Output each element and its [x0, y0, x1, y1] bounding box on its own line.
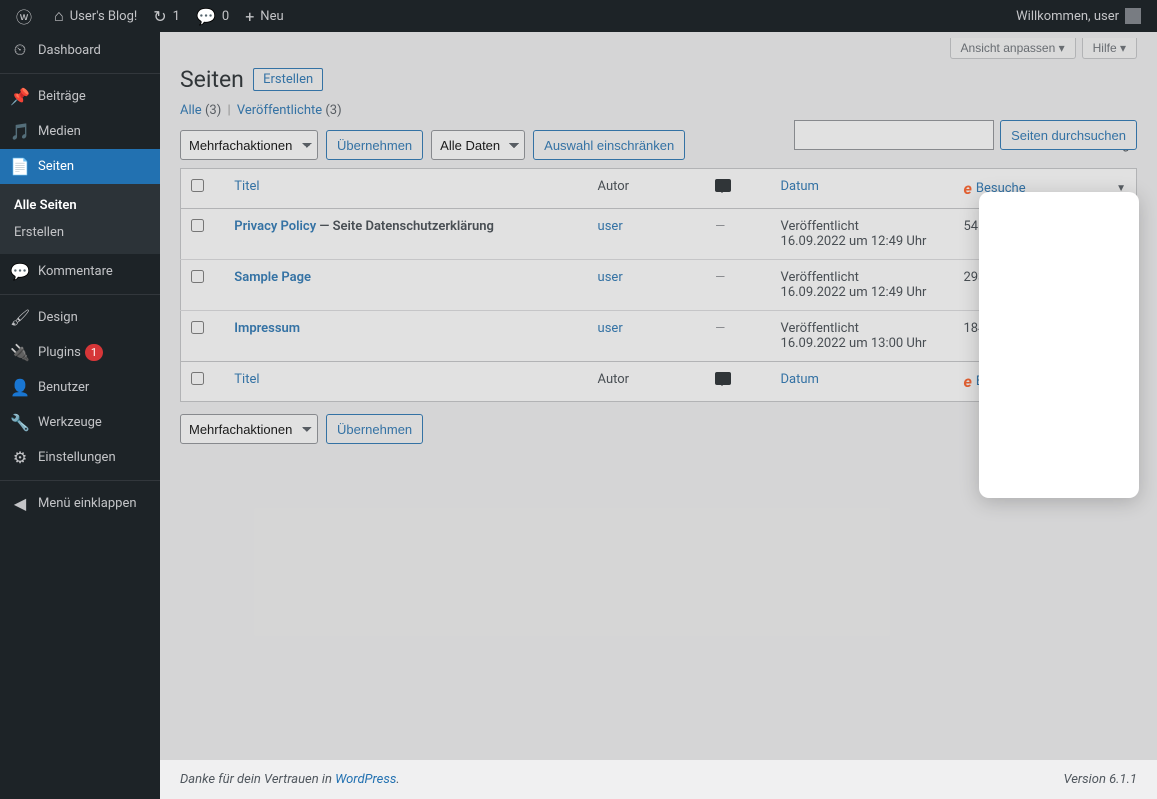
- col-title[interactable]: Titel: [234, 179, 259, 194]
- wrench-icon: 🔧: [10, 413, 30, 432]
- filter-button[interactable]: Auswahl einschränken: [533, 130, 685, 160]
- bulk-action-select-top[interactable]: Mehrfachaktionen: [180, 130, 318, 160]
- sidebar-item-dashboard[interactable]: ⏲Dashboard: [0, 32, 160, 68]
- search-button[interactable]: Seiten durchsuchen: [1000, 120, 1137, 150]
- site-name: User's Blog!: [70, 9, 138, 24]
- col-comments-foot[interactable]: [705, 362, 770, 402]
- row-post-state: — Seite Datenschutzerklärung: [316, 219, 494, 234]
- new-content-link[interactable]: +Neu: [237, 0, 291, 32]
- date-filter-select[interactable]: Alle Daten: [431, 130, 525, 160]
- wp-logo[interactable]: ⓦ: [8, 0, 46, 32]
- col-author: Autor: [588, 169, 706, 209]
- row-checkbox[interactable]: [191, 321, 204, 334]
- user-icon: 👤: [10, 378, 30, 397]
- collapse-icon: ◀: [10, 494, 30, 513]
- sidebar-item-comments[interactable]: 💬Kommentare: [0, 254, 160, 289]
- add-new-button[interactable]: Erstellen: [253, 68, 323, 91]
- sidebar-item-tools[interactable]: 🔧Werkzeuge: [0, 405, 160, 440]
- row-comments: —: [715, 219, 725, 234]
- col-comments[interactable]: [705, 169, 770, 209]
- comment-bubble-icon: [715, 372, 731, 385]
- row-status: Veröffentlicht: [781, 321, 944, 336]
- sidebar-submenu-pages: Alle Seiten Erstellen: [0, 184, 160, 254]
- highlight-visits-column: [979, 192, 1139, 498]
- col-date[interactable]: Datum: [781, 179, 819, 194]
- filter-published[interactable]: Veröffentlichte: [237, 103, 322, 118]
- screen-options-button[interactable]: Ansicht anpassen: [950, 38, 1076, 59]
- row-checkbox[interactable]: [191, 219, 204, 232]
- comment-icon: 💬: [10, 262, 30, 281]
- search-box: Seiten durchsuchen: [794, 120, 1137, 150]
- admin-footer: Danke für dein Vertrauen in WordPress. V…: [160, 760, 1157, 799]
- wordpress-icon: ⓦ: [16, 4, 32, 28]
- site-name-link[interactable]: ⌂ User's Blog!: [46, 0, 145, 32]
- row-status: Veröffentlicht: [781, 270, 944, 285]
- row-comments: —: [715, 321, 725, 336]
- col-date-foot[interactable]: Datum: [781, 372, 819, 387]
- comment-icon: 💬: [196, 7, 216, 26]
- sliders-icon: ⚙: [10, 448, 30, 467]
- brush-icon: 🖌: [10, 308, 30, 327]
- plugins-badge: 1: [85, 344, 103, 361]
- apply-button-top[interactable]: Übernehmen: [326, 130, 423, 160]
- avatar-icon: [1125, 8, 1141, 24]
- sidebar-item-users[interactable]: 👤Benutzer: [0, 370, 160, 405]
- media-icon: 🎵: [10, 122, 30, 141]
- sidebar-item-pages[interactable]: 📄Seiten: [0, 149, 160, 184]
- home-icon: ⌂: [54, 6, 64, 26]
- page-icon: 📄: [10, 157, 30, 176]
- page-title: Seiten: [180, 66, 244, 93]
- sidebar-item-media[interactable]: 🎵Medien: [0, 114, 160, 149]
- admin-sidebar: ⏲Dashboard 📌Beiträge 🎵Medien 📄Seiten All…: [0, 32, 160, 799]
- row-date: 16.09.2022 um 12:49 Uhr: [781, 285, 927, 300]
- updates-link[interactable]: ↻1: [145, 0, 188, 32]
- refresh-icon: ↻: [153, 7, 166, 26]
- plus-icon: +: [245, 7, 254, 26]
- select-all-bottom[interactable]: [191, 372, 204, 385]
- version-label: Version 6.1.1: [1063, 772, 1137, 787]
- row-title-link[interactable]: Impressum: [234, 321, 300, 336]
- bulk-action-select-bottom[interactable]: Mehrfachaktionen: [180, 414, 318, 444]
- comments-link[interactable]: 💬0: [188, 0, 237, 32]
- row-author-link[interactable]: user: [598, 321, 623, 336]
- filter-all[interactable]: Alle: [180, 103, 202, 118]
- row-checkbox[interactable]: [191, 270, 204, 283]
- row-author-link[interactable]: user: [598, 219, 623, 234]
- row-title-link[interactable]: Privacy Policy: [234, 219, 316, 234]
- row-author-link[interactable]: user: [598, 270, 623, 285]
- screen-meta: Ansicht anpassen Hilfe: [950, 38, 1137, 59]
- pin-icon: 📌: [10, 87, 30, 106]
- status-filters: Alle (3) | Veröffentlichte (3): [180, 103, 1137, 118]
- row-comments: —: [715, 270, 725, 285]
- comment-bubble-icon: [715, 179, 731, 192]
- sidebar-sub-all-pages[interactable]: Alle Seiten: [0, 192, 160, 219]
- statify-icon: e: [963, 179, 971, 198]
- gauge-icon: ⏲: [10, 40, 30, 60]
- search-input[interactable]: [794, 120, 994, 150]
- help-button[interactable]: Hilfe: [1082, 38, 1137, 59]
- row-status: Veröffentlicht: [781, 219, 944, 234]
- sidebar-sub-new-page[interactable]: Erstellen: [0, 219, 160, 246]
- admin-bar: ⓦ ⌂ User's Blog! ↻1 💬0 +Neu Willkommen, u…: [0, 0, 1157, 32]
- sidebar-item-appearance[interactable]: 🖌Design: [0, 300, 160, 335]
- row-date: 16.09.2022 um 13:00 Uhr: [781, 336, 927, 351]
- col-author-foot: Autor: [588, 362, 706, 402]
- row-date: 16.09.2022 um 12:49 Uhr: [781, 234, 927, 249]
- my-account[interactable]: Willkommen, user: [1008, 0, 1149, 32]
- sidebar-item-posts[interactable]: 📌Beiträge: [0, 79, 160, 114]
- sidebar-item-settings[interactable]: ⚙Einstellungen: [0, 440, 160, 475]
- sidebar-collapse[interactable]: ◀Menü einklappen: [0, 486, 160, 521]
- sidebar-item-plugins[interactable]: 🔌Plugins1: [0, 335, 160, 370]
- select-all-top[interactable]: [191, 179, 204, 192]
- apply-button-bottom[interactable]: Übernehmen: [326, 414, 423, 444]
- wordpress-link[interactable]: WordPress: [335, 772, 396, 787]
- col-title-foot[interactable]: Titel: [234, 372, 259, 387]
- plug-icon: 🔌: [10, 343, 30, 362]
- main-content: Ansicht anpassen Hilfe Seiten Erstellen …: [160, 32, 1157, 799]
- statify-icon: e: [963, 372, 971, 391]
- row-title-link[interactable]: Sample Page: [234, 270, 311, 285]
